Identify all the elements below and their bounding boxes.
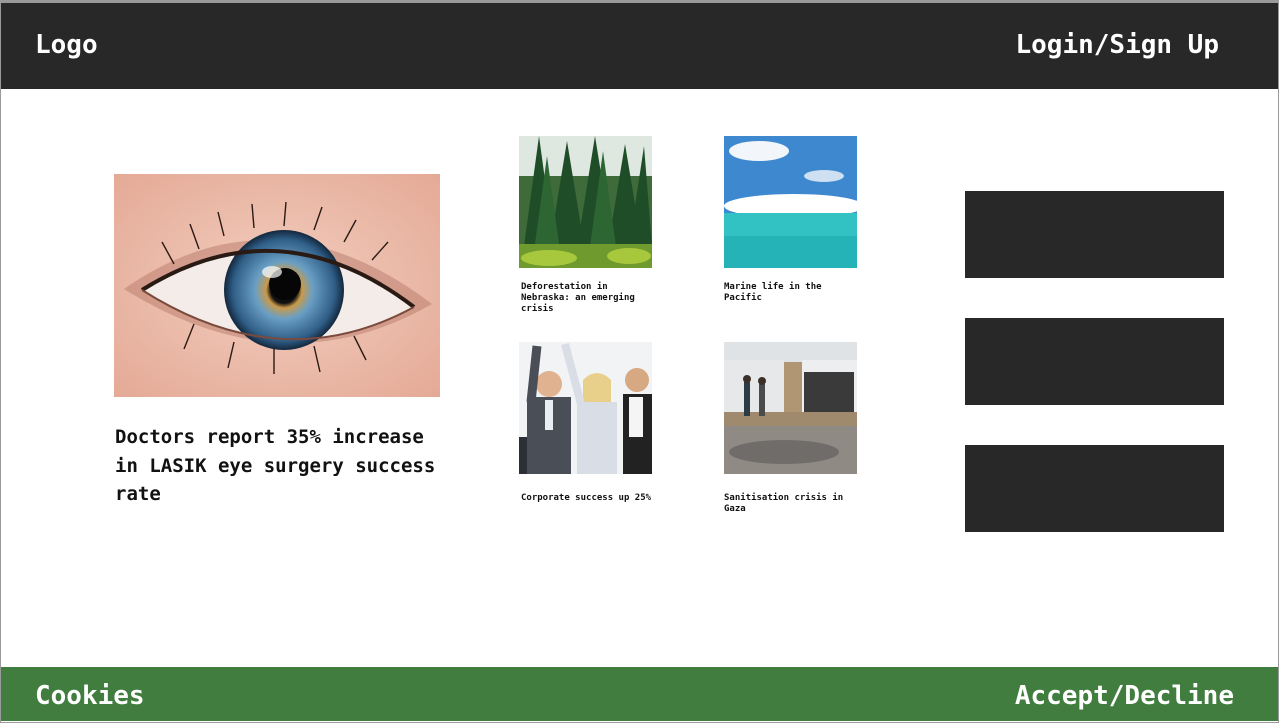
header-bar: Logo Login/Sign Up — [1, 3, 1278, 89]
logo-link[interactable]: Logo — [35, 30, 98, 60]
eye-closeup-image — [114, 174, 440, 397]
article-caption-office[interactable]: Corporate success up 25% — [521, 493, 661, 504]
article-caption-ocean[interactable]: Marine life in the Pacific — [724, 282, 864, 304]
cookies-label: Cookies — [35, 681, 145, 711]
office-celebration-image — [519, 342, 652, 474]
ad-block-3[interactable] — [965, 445, 1224, 532]
cookie-banner: Cookies Accept/Decline — [1, 667, 1278, 721]
accept-decline-link[interactable]: Accept/Decline — [1015, 681, 1234, 711]
ad-block-2[interactable] — [965, 318, 1224, 405]
article-thumbnail-forest[interactable] — [519, 136, 652, 268]
flooded-camp-image — [724, 342, 857, 474]
forest-image — [519, 136, 652, 268]
article-caption-camp[interactable]: Sanitisation crisis in Gaza — [724, 493, 864, 515]
feature-headline[interactable]: Doctors report 35% increase in LASIK eye… — [115, 423, 455, 509]
ocean-image — [724, 136, 857, 268]
login-signup-link[interactable]: Login/Sign Up — [1016, 30, 1220, 60]
feature-image[interactable] — [114, 174, 440, 397]
article-thumbnail-office[interactable] — [519, 342, 652, 474]
article-thumbnail-ocean[interactable] — [724, 136, 857, 268]
ad-block-1[interactable] — [965, 191, 1224, 278]
article-thumbnail-camp[interactable] — [724, 342, 857, 474]
article-caption-forest[interactable]: Deforestation in Nebraska: an emerging c… — [521, 282, 661, 315]
